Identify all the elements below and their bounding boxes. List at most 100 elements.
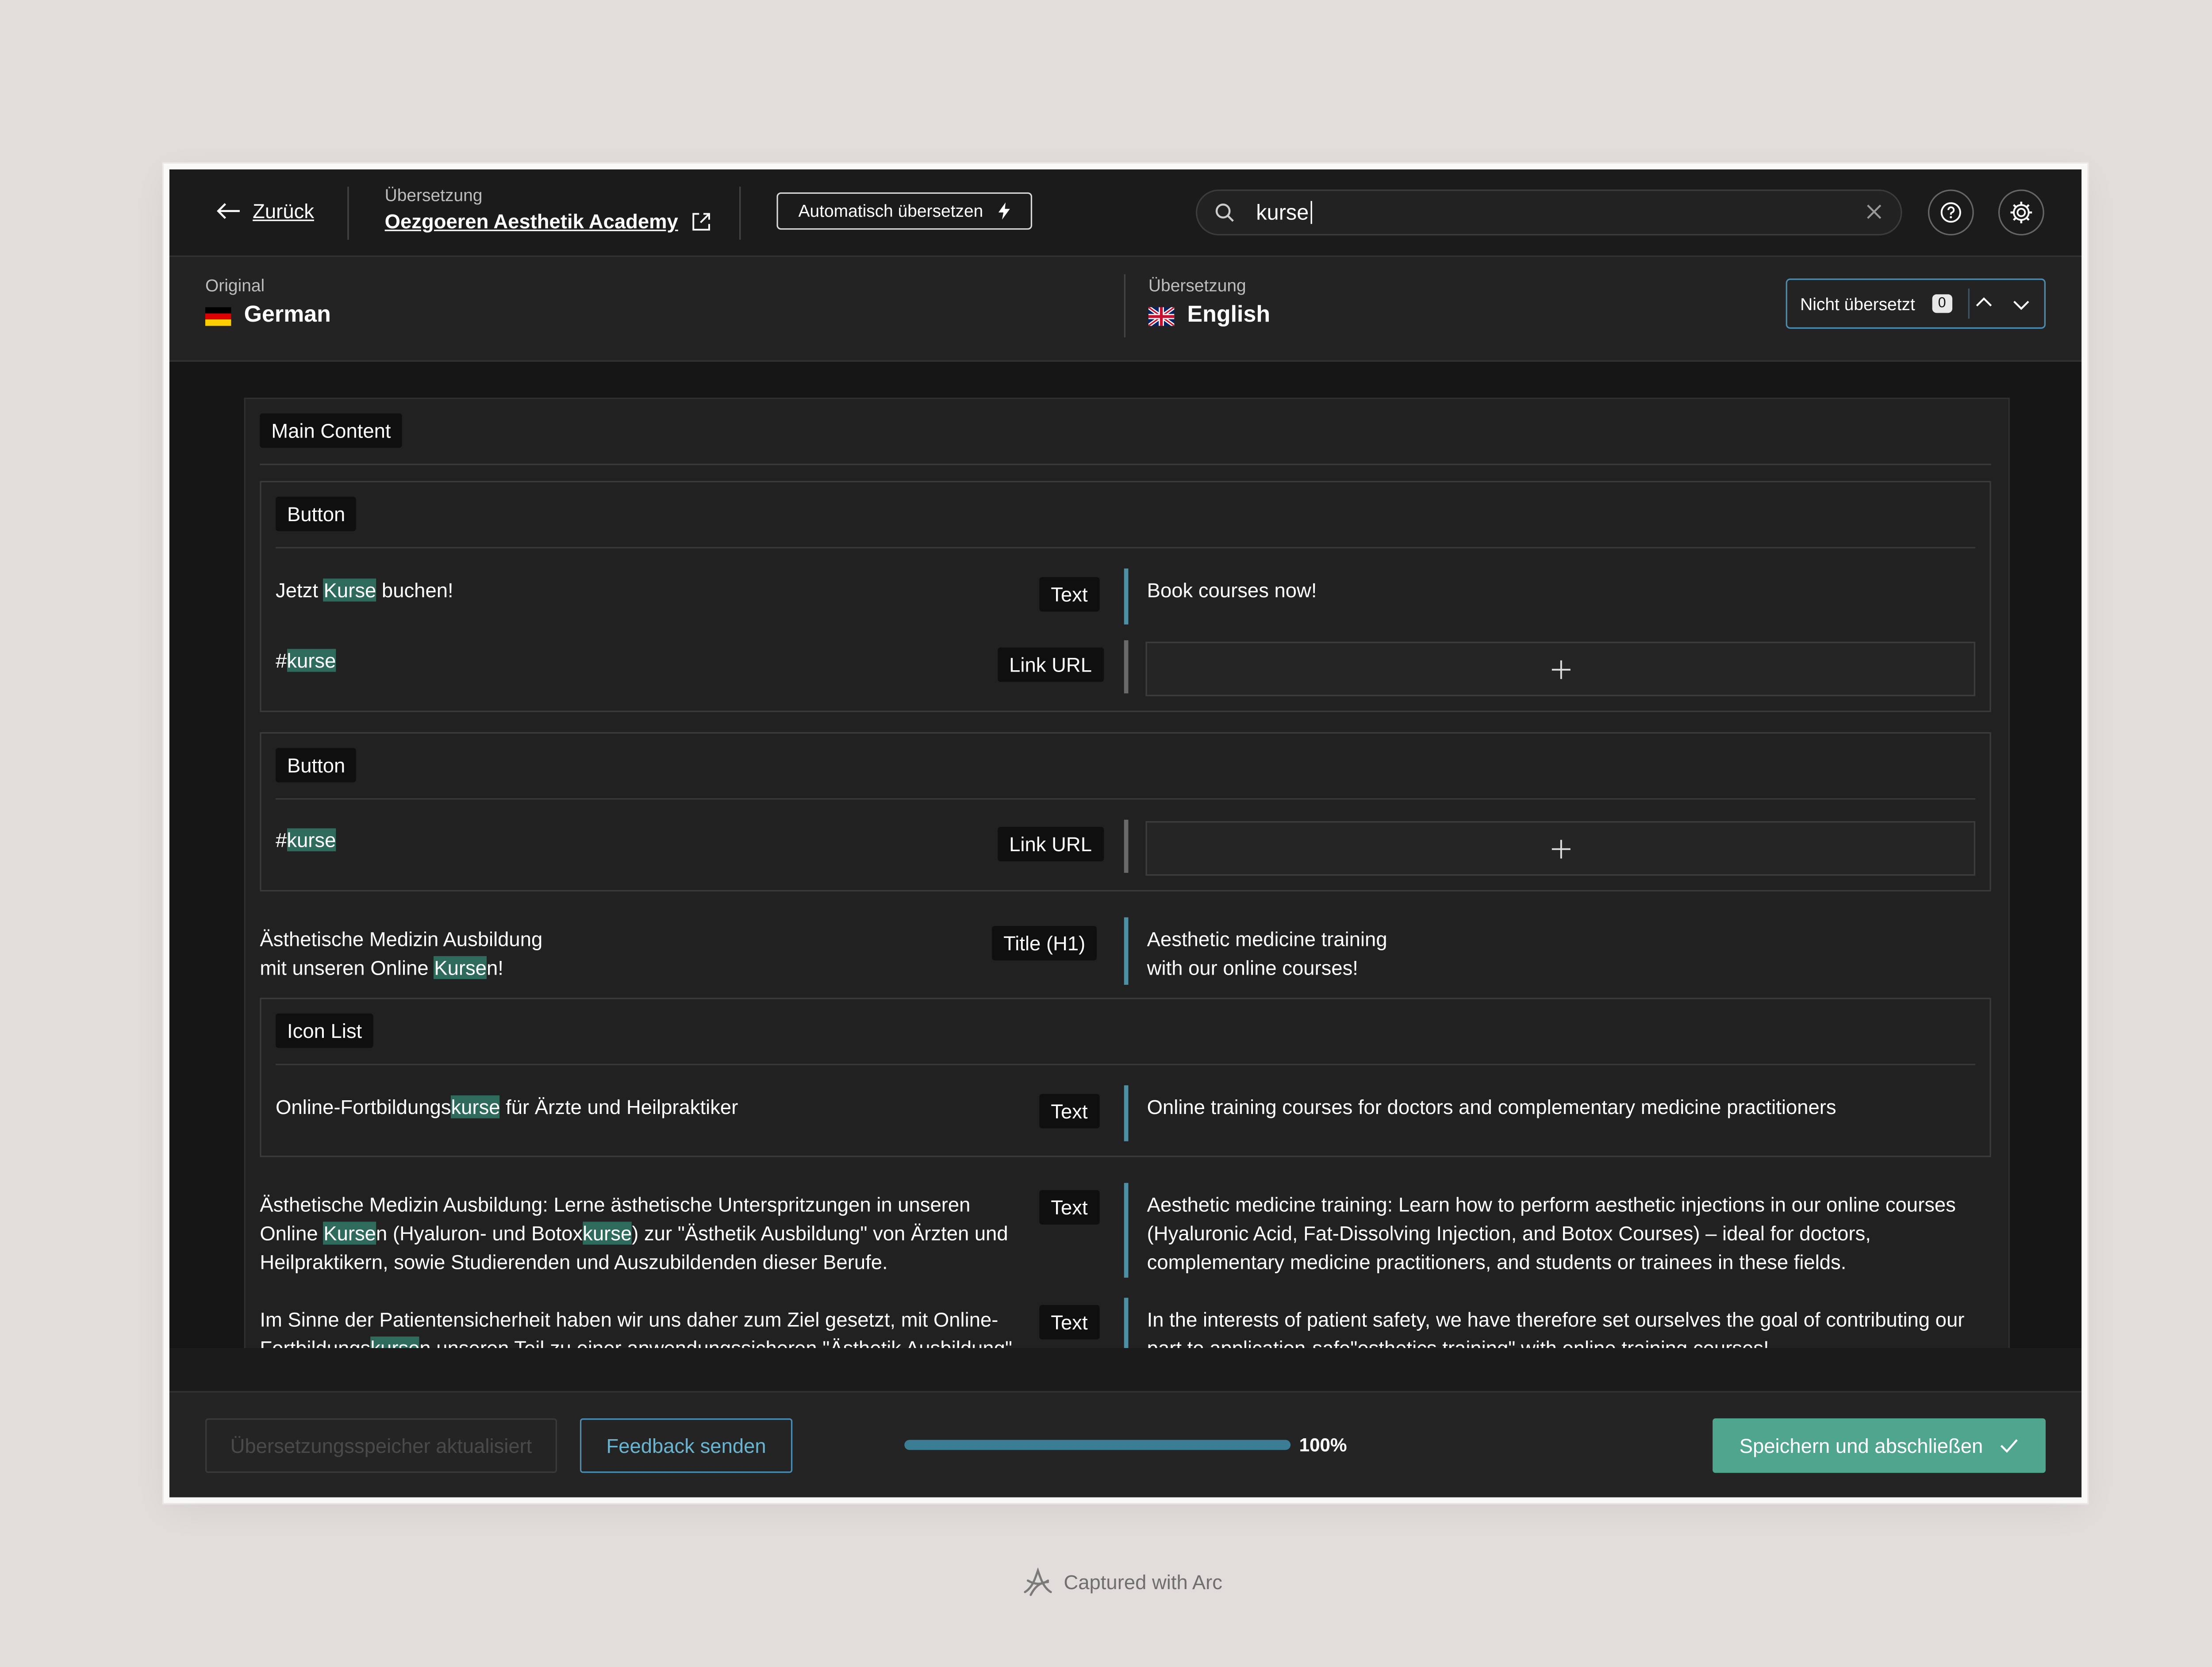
external-link-icon	[693, 212, 711, 230]
feedback-button[interactable]: Feedback senden	[580, 1418, 793, 1473]
field-type-tag: Text	[1039, 1094, 1099, 1129]
source-text[interactable]: Ästhetische Medizin Ausbildung mit unser…	[260, 925, 542, 982]
filter-label: Nicht übersetzt	[1800, 294, 1915, 315]
translation-text[interactable]: Online training courses for doctors and …	[1147, 1092, 1836, 1121]
save-and-finish-button[interactable]: Speichern und abschließen	[1713, 1418, 2046, 1473]
divider	[347, 186, 349, 240]
plus-icon	[1551, 839, 1570, 858]
translation-label: Übersetzung	[1148, 276, 1246, 296]
save-label: Speichern und abschließen	[1739, 1434, 1983, 1457]
search-icon	[1215, 204, 1234, 222]
translated-indicator	[1124, 1183, 1129, 1278]
group-tag-button: Button	[276, 496, 357, 531]
button-group: Button Jetzt Kurse buchen! Text Book cou…	[260, 481, 1991, 712]
back-label: Zurück	[253, 200, 314, 223]
original-label: Original	[205, 276, 265, 296]
auto-translate-button[interactable]: Automatisch übersetzen	[776, 192, 1033, 230]
field-type-tag: Text	[1039, 577, 1099, 612]
field-type-tag: Title (H1)	[992, 926, 1097, 960]
progress-bar	[904, 1440, 1291, 1450]
gear-icon	[2010, 201, 2032, 223]
breadcrumb-label: Übersetzung	[384, 185, 483, 206]
group-tag-button: Button	[276, 748, 357, 783]
source-text[interactable]: Jetzt Kurse buchen!	[276, 576, 453, 604]
language-bar: Original German Übersetzung English Nich…	[169, 257, 2082, 362]
lightning-icon	[998, 202, 1010, 220]
field-type-tag: Text	[1039, 1305, 1099, 1340]
divider	[276, 1064, 1975, 1065]
feedback-label: Feedback senden	[606, 1434, 766, 1457]
app-window: Zurück Übersetzung Oezgoeren Aesthetik A…	[163, 163, 2088, 1503]
uk-flag-icon	[1148, 306, 1175, 325]
site-name: Oezgoeren Aesthetik Academy	[384, 209, 678, 233]
search-value: kurse	[1256, 201, 1309, 226]
translation-text[interactable]: Aesthetic medicine training with our onl…	[1147, 925, 1387, 982]
source-text[interactable]: Im Sinne der Patientensicherheit haben w…	[260, 1305, 1012, 1348]
translation-text[interactable]: In the interests of patient safety, we h…	[1147, 1305, 1965, 1348]
clear-search-icon[interactable]	[1865, 203, 1883, 221]
site-link[interactable]: Oezgoeren Aesthetik Academy	[385, 210, 711, 233]
field-type-tag: Link URL	[998, 647, 1104, 682]
group-tag-icon-list: Icon List	[276, 1013, 374, 1048]
screenshot-stage: Zurück Übersetzung Oezgoeren Aesthetik A…	[0, 0, 2212, 1667]
text-cursor	[1310, 201, 1312, 224]
translation-text[interactable]: Book courses now!	[1147, 576, 1317, 604]
divider	[276, 798, 1975, 800]
plus-icon	[1551, 660, 1570, 679]
search-highlight: Kurse	[323, 578, 376, 602]
german-flag-icon	[205, 306, 231, 325]
top-bar: Zurück Übersetzung Oezgoeren Aesthetik A…	[169, 169, 2082, 257]
breadcrumb: Übersetzung Oezgoeren Aesthetik Academy	[385, 185, 711, 233]
progress-percent: 100%	[1299, 1434, 1347, 1456]
watermark-label: Captured with Arc	[1064, 1570, 1223, 1594]
search-highlight: kurse	[370, 1337, 420, 1348]
search-highlight: kurse	[287, 828, 336, 852]
chevron-up-icon[interactable]	[1975, 296, 1993, 310]
icon-list-group: Icon List Online-Fortbildungskurse für Ä…	[260, 998, 1991, 1157]
translation-language: Übersetzung English	[1148, 276, 1270, 329]
search-highlight: Kurse	[434, 956, 487, 979]
divider	[276, 547, 1975, 549]
search-highlight: kurse	[583, 1221, 632, 1245]
search-input[interactable]: kurse	[1196, 189, 1902, 236]
source-text[interactable]: #kurse	[276, 646, 336, 675]
update-memory-button[interactable]: Übersetzungsspeicher aktualisiert	[205, 1418, 557, 1473]
divider	[1124, 274, 1126, 338]
translation-content: Main Content Button Jetzt Kurse buchen! …	[169, 361, 2082, 1348]
chevron-down-icon[interactable]	[2012, 297, 2030, 311]
auto-translate-label: Automatisch übersetzen	[798, 201, 983, 221]
button-group: Button #kurse Link URL	[260, 732, 1991, 892]
field-type-tag: Text	[1039, 1190, 1099, 1225]
search-highlight: Kurse	[323, 1221, 376, 1245]
translated-indicator	[1124, 917, 1129, 985]
footer-bar: Übersetzungsspeicher aktualisiert Feedba…	[169, 1391, 2082, 1498]
translated-indicator	[1124, 1298, 1129, 1348]
translated-indicator	[1124, 568, 1129, 625]
source-text[interactable]: Online-Fortbildungskurse für Ärzte und H…	[276, 1092, 738, 1121]
add-translation-button[interactable]	[1145, 821, 1975, 876]
help-icon	[1940, 202, 1961, 223]
original-language: Original German	[205, 276, 331, 329]
untranslated-count-badge: 0	[1932, 294, 1952, 313]
source-text[interactable]: #kurse	[276, 826, 336, 854]
check-icon	[2001, 1439, 2018, 1453]
add-translation-button[interactable]	[1145, 641, 1975, 696]
source-text[interactable]: Ästhetische Medizin Ausbildung: Lerne äs…	[260, 1190, 1008, 1276]
translated-indicator	[1124, 1085, 1129, 1141]
section-tag-main-content: Main Content	[260, 413, 403, 448]
translation-language-name: English	[1187, 303, 1271, 327]
divider	[260, 464, 1991, 465]
arrow-left-icon	[217, 203, 240, 219]
settings-button[interactable]	[1998, 189, 2044, 236]
arc-logo-icon	[1024, 1567, 1052, 1596]
help-button[interactable]	[1928, 189, 1974, 236]
untranslated-filter[interactable]: Nicht übersetzt 0	[1786, 278, 2046, 329]
update-memory-label: Übersetzungsspeicher aktualisiert	[230, 1434, 532, 1457]
translation-text[interactable]: Aesthetic medicine training: Learn how t…	[1147, 1190, 1956, 1276]
back-link[interactable]: Zurück	[215, 200, 314, 223]
divider	[739, 186, 741, 240]
search-highlight: kurse	[451, 1095, 500, 1118]
divider	[1968, 288, 1970, 319]
original-language-name: German	[244, 303, 331, 327]
untranslated-indicator	[1124, 819, 1129, 873]
